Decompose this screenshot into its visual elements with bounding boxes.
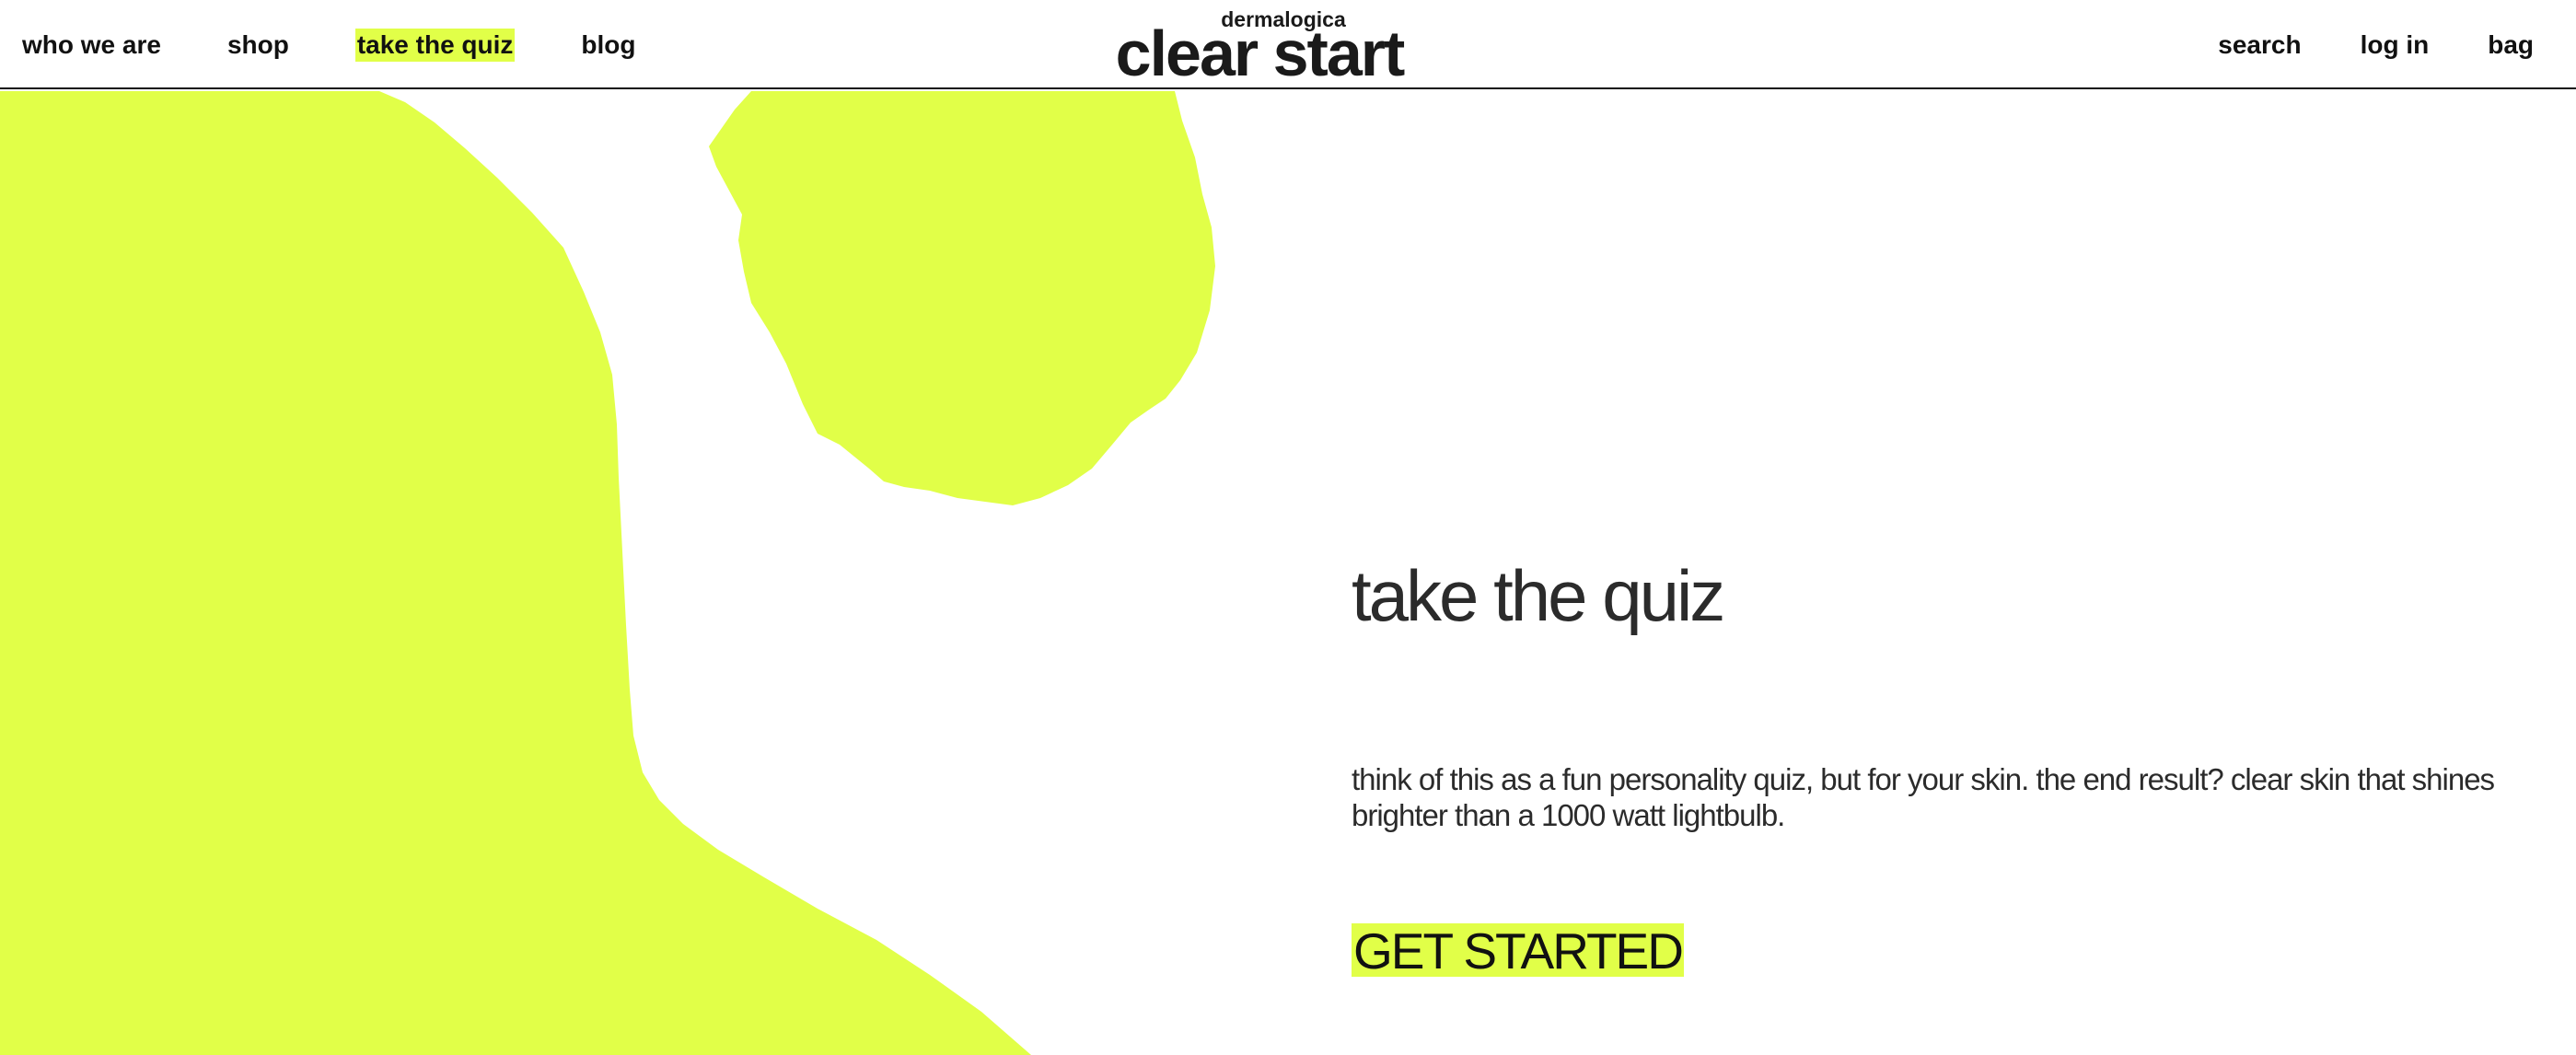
decorative-paint-blobs [0,91,1215,1055]
nav-who-we-are[interactable]: who we are [22,31,161,58]
brand-logo[interactable]: dermalogica clear start [1077,9,1442,89]
nav-log-in[interactable]: log in [2361,31,2430,58]
site-header: who we are shop take the quiz blog derma… [0,0,2576,89]
get-started-button[interactable]: GET STARTED [1352,923,1684,977]
nav-shop[interactable]: shop [227,31,289,58]
nav-bag[interactable]: bag [2488,31,2534,58]
nav-take-the-quiz[interactable]: take the quiz [354,28,516,62]
hero-description: think of this as a fun personality quiz,… [1352,762,2495,832]
logo-product-name: clear start [1115,17,1406,89]
logo-brand-name: dermalogica [1221,7,1346,31]
nav-blog[interactable]: blog [581,31,635,58]
nav-search[interactable]: search [2218,31,2301,58]
utility-nav: search log in bag [2159,0,2534,89]
round-paint-blob [709,91,1215,505]
page-title: take the quiz [1352,555,1725,636]
primary-nav: who we are shop take the quiz blog [22,0,702,89]
